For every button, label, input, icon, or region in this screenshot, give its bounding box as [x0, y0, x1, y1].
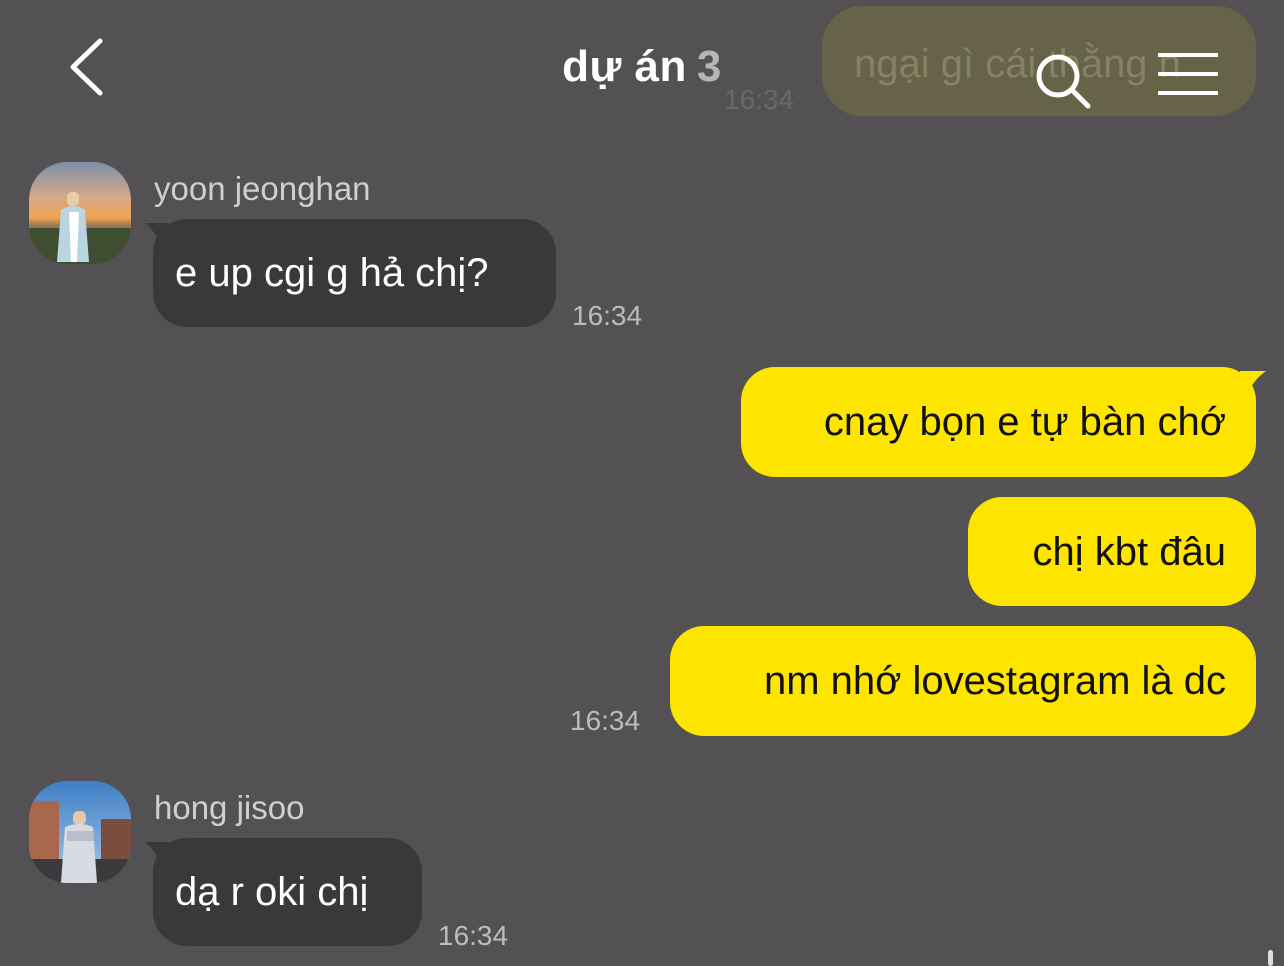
chat-screen: ngại gì cái thằng n 16:34 dự án 3 yoon j… [0, 0, 1284, 966]
menu-button[interactable] [1156, 52, 1220, 100]
member-count: 3 [696, 42, 722, 91]
incoming-message-bubble[interactable]: e up cgi g hả chị? [153, 219, 556, 327]
sender-name: hong jisoo [154, 789, 305, 826]
message-time: 16:34 [570, 705, 641, 736]
avatar-yoon-jeonghan[interactable] [29, 162, 131, 264]
incoming-message-bubble[interactable]: dạ r oki chị [153, 838, 422, 946]
scrollbar[interactable] [1268, 950, 1273, 966]
message-time: 16:34 [572, 300, 643, 331]
outgoing-message-bubble[interactable]: cnay bọn e tự bàn chớ [741, 367, 1256, 477]
chat-title-text: dự án [562, 42, 687, 91]
avatar-hong-jisoo[interactable] [29, 781, 131, 883]
search-icon [1036, 54, 1091, 109]
hamburger-menu-icon [1158, 53, 1218, 95]
message-time: 16:34 [438, 920, 509, 951]
outgoing-message-bubble[interactable]: chị kbt đâu [968, 497, 1256, 606]
sender-name: yoon jeonghan [154, 170, 371, 207]
outgoing-message-bubble[interactable]: nm nhớ lovestagram là dc [670, 626, 1256, 736]
search-button[interactable] [1032, 50, 1094, 112]
